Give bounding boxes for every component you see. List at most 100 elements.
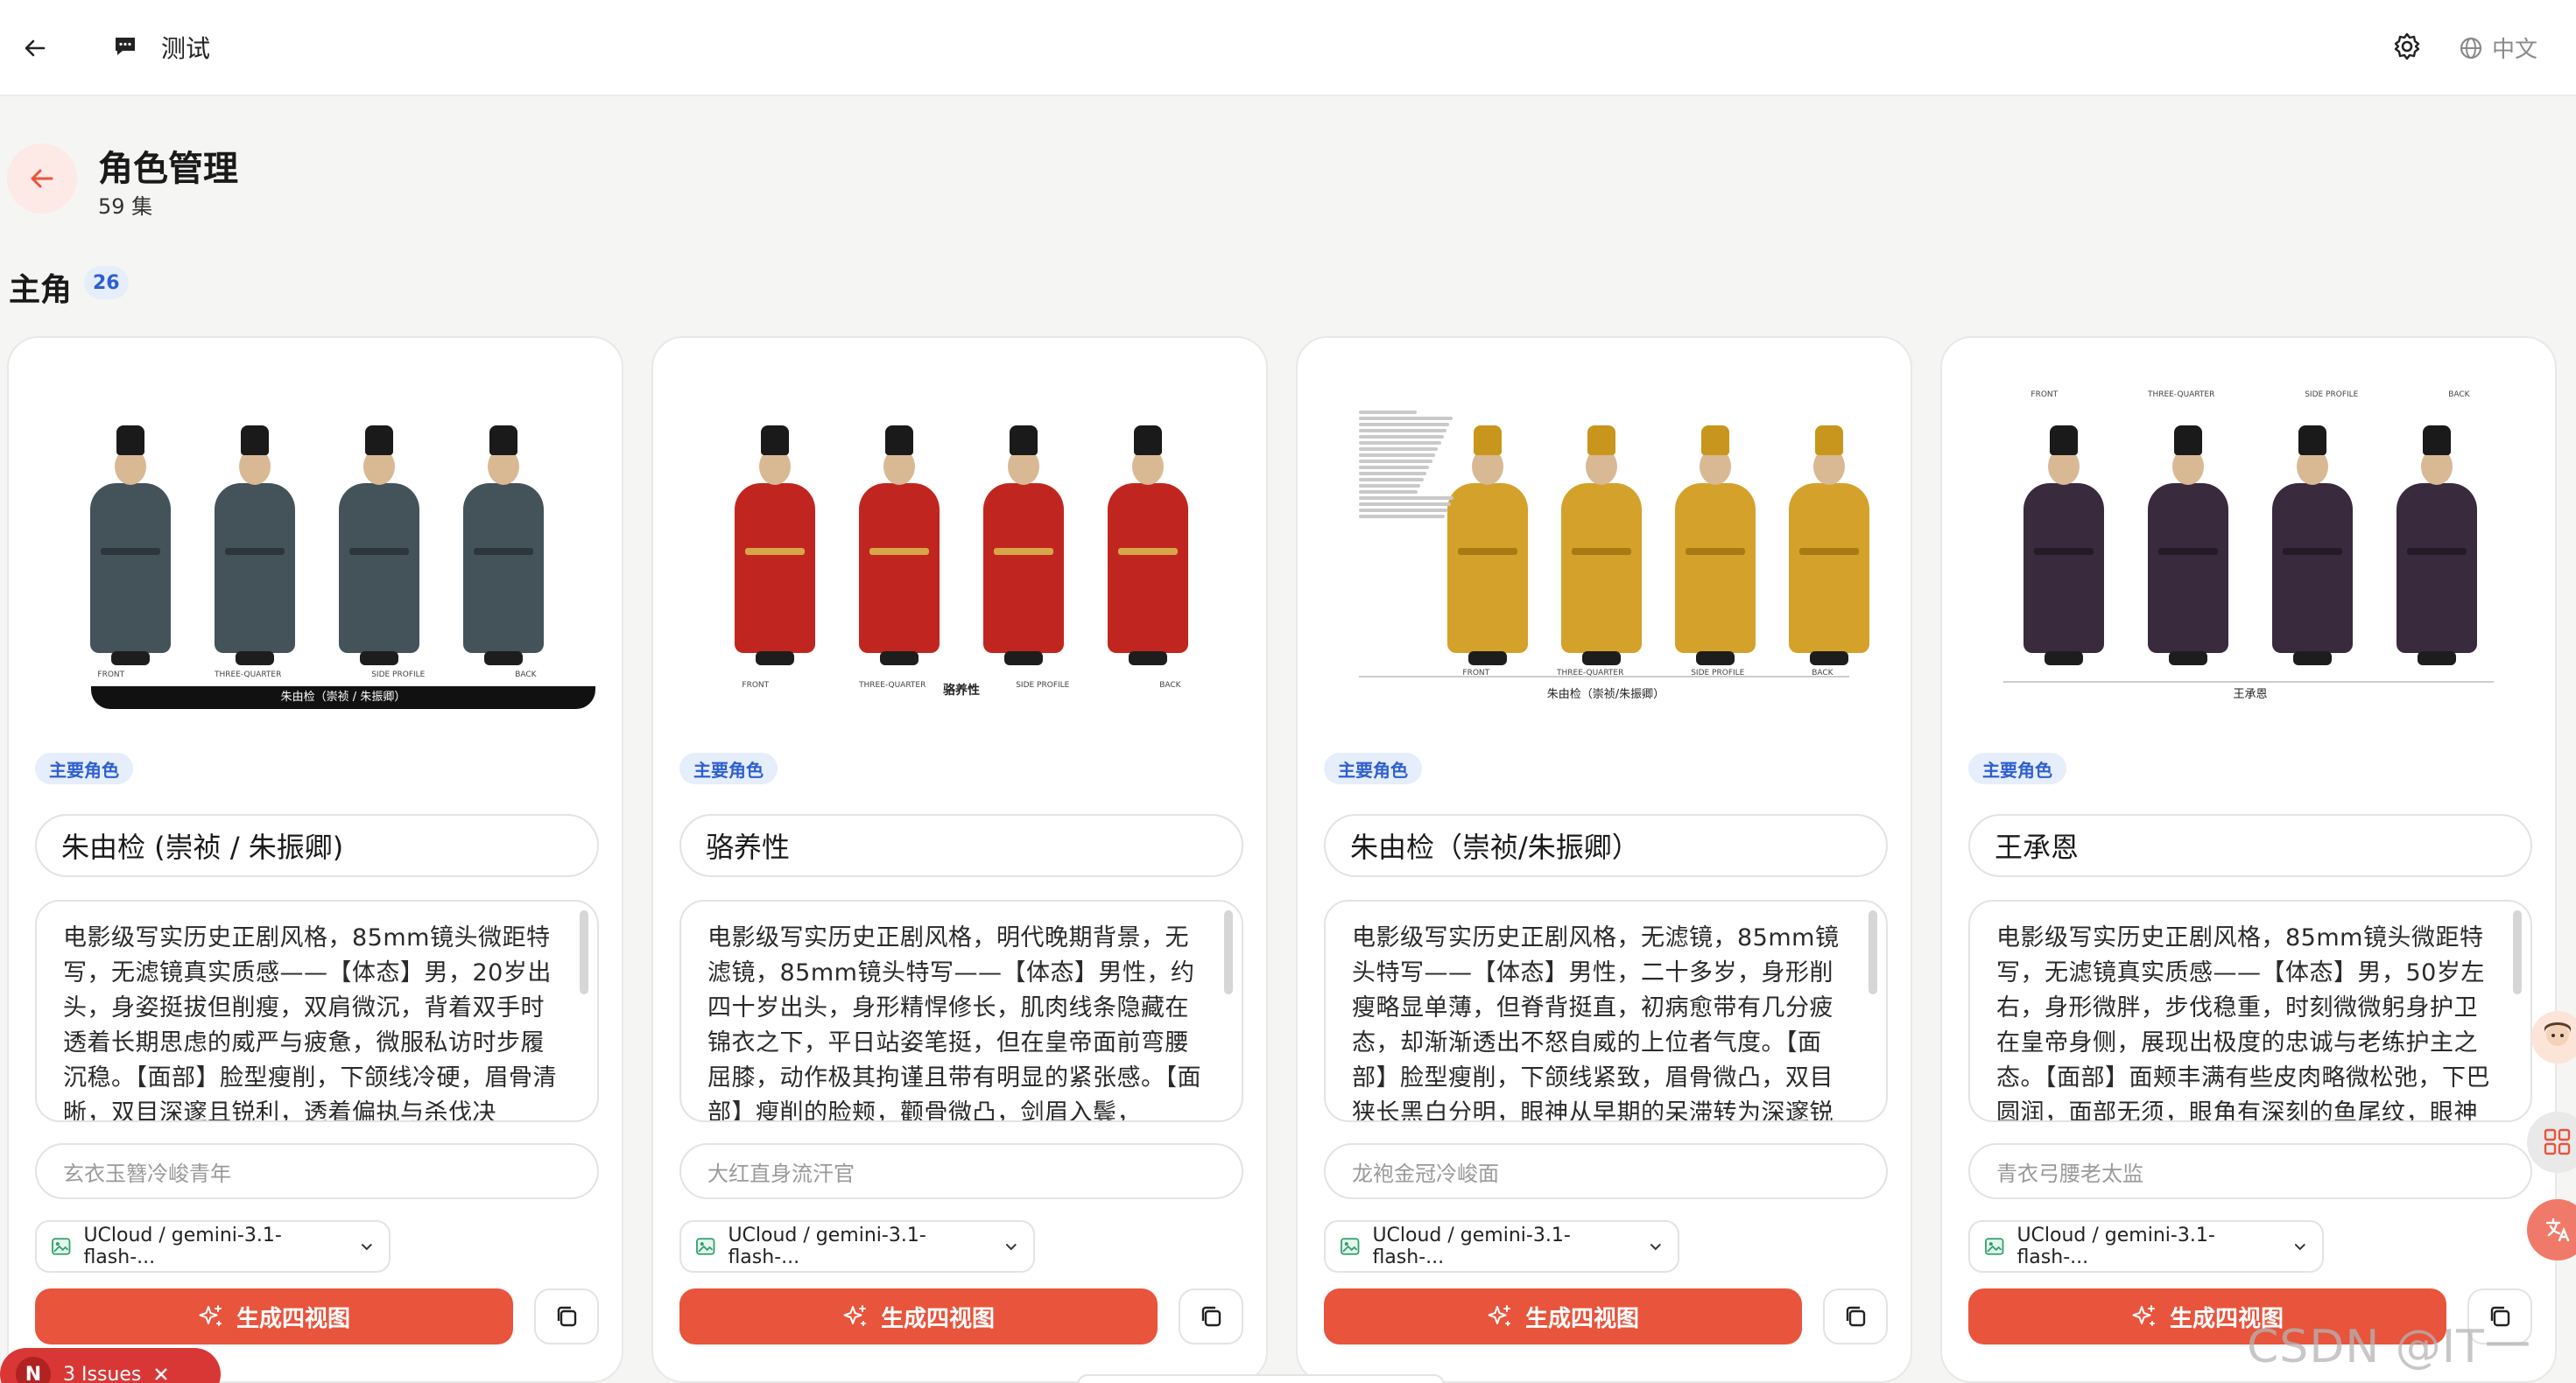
scrollbar[interactable] xyxy=(2513,910,2522,994)
section-title: 主角 xyxy=(9,272,73,308)
description-text: 电影级写实历史正剧风格，85mm镜头微距特写，无滤镜真实质感——【体态】男，50… xyxy=(1996,924,2490,1122)
character-description-textarea[interactable]: 电影级写实历史正剧风格，明代晚期背景，无滤镜，85mm镜头特写——【体态】男性，… xyxy=(679,900,1243,1122)
description-text: 电影级写实历史正剧风格，明代晚期背景，无滤镜，85mm镜头特写——【体态】男性，… xyxy=(707,924,1201,1122)
description-text: 电影级写实历史正剧风格，85mm镜头微距特写，无滤镜真实质感——【体态】男，20… xyxy=(63,924,557,1122)
role-tag: 主要角色 xyxy=(1968,753,2066,784)
image-icon xyxy=(1985,1238,2004,1255)
character-figure xyxy=(85,425,176,670)
image-icon xyxy=(52,1238,71,1255)
model-select[interactable]: UCloud / gemini-3.1-flash-... xyxy=(35,1220,391,1273)
character-figure xyxy=(1784,425,1875,670)
view-labels: FRONT THREE-QUARTER SIDE PROFILE BACK xyxy=(1462,669,1833,677)
character-figure xyxy=(334,425,425,670)
scrollbar[interactable] xyxy=(1869,910,1877,994)
issues-avatar: N xyxy=(16,1357,51,1383)
model-select-value: UCloud / gemini-3.1-flash-... xyxy=(83,1225,282,1268)
close-icon[interactable] xyxy=(153,1366,169,1382)
generate-four-view-button[interactable]: 生成四视图 xyxy=(679,1288,1158,1344)
character-turnaround-image[interactable]: FRONT THREE-QUARTER SIDE PROFILE BACK 朱由检（崇… xyxy=(1324,373,1888,723)
character-figure xyxy=(729,425,820,670)
section-count-badge: 26 xyxy=(84,266,129,299)
scrollbar[interactable] xyxy=(580,910,588,994)
sparkle-icon xyxy=(1488,1305,1510,1326)
model-select-value: UCloud / gemini-3.1-flash-... xyxy=(2016,1225,2215,1268)
episode-count: 59 集 xyxy=(98,194,153,219)
character-name-input[interactable]: 朱由检 (崇祯 / 朱振卿) xyxy=(35,814,599,877)
project-title: 测试 xyxy=(161,34,211,63)
language-label: 中文 xyxy=(2492,37,2538,63)
character-figure xyxy=(978,425,1069,670)
character-figure xyxy=(2267,425,2358,670)
character-figure xyxy=(1102,425,1193,670)
settings-gear-icon[interactable] xyxy=(2392,32,2427,67)
character-name-input[interactable]: 王承恩 xyxy=(1968,814,2532,877)
watermark: CSDN @IT一氪 xyxy=(2247,1321,2531,1373)
character-figure xyxy=(1670,425,1761,670)
character-turnaround-image[interactable]: FRONT THREE-QUARTER SIDE PROFILE BACK 朱由检（崇… xyxy=(35,373,599,723)
image-icon xyxy=(696,1238,715,1255)
generate-button-label: 生成四视图 xyxy=(236,1305,350,1332)
copy-button[interactable] xyxy=(1179,1288,1243,1344)
character-description-textarea[interactable]: 电影级写实历史正剧风格，无滤镜，85mm镜头特写——【体态】男性，二十多岁，身形… xyxy=(1324,900,1888,1122)
sheet-caption: 骆养性 xyxy=(943,684,980,698)
assistant-avatar[interactable] xyxy=(2527,1007,2576,1068)
character-card[interactable]: FRONT THREE-QUARTER SIDE PROFILE BACK 朱由检（崇… xyxy=(1296,336,1912,1383)
character-figure xyxy=(2018,425,2109,670)
description-text: 电影级写实历史正剧风格，无滤镜，85mm镜头特写——【体态】男性，二十多岁，身形… xyxy=(1352,924,1840,1122)
sparkle-icon xyxy=(843,1305,866,1326)
short-description-input[interactable]: 玄衣玉簪冷峻青年 xyxy=(35,1143,599,1199)
character-card[interactable]: FRONT THREE-QUARTER SIDE PROFILE BACK 王承恩 主… xyxy=(1940,336,2557,1383)
back-arrow-icon[interactable] xyxy=(16,29,54,67)
character-figure xyxy=(209,425,300,670)
image-icon xyxy=(1341,1238,1360,1255)
short-description-input[interactable]: 大红直身流汗官 xyxy=(679,1143,1243,1199)
short-description-input[interactable]: 龙袍金冠冷峻面 xyxy=(1324,1143,1888,1199)
model-select[interactable]: UCloud / gemini-3.1-flash-... xyxy=(1324,1220,1679,1273)
view-labels: FRONT THREE-QUARTER SIDE PROFILE BACK xyxy=(2031,390,2470,399)
generate-button-label: 生成四视图 xyxy=(880,1305,995,1332)
issues-indicator[interactable]: N 3 Issues xyxy=(0,1348,221,1383)
issues-label: 3 Issues xyxy=(63,1363,142,1383)
view-labels: FRONT THREE-QUARTER SIDE PROFILE BACK xyxy=(97,670,537,679)
character-figure xyxy=(2143,425,2234,670)
page-back-button[interactable] xyxy=(7,144,77,214)
character-name-input[interactable]: 朱由检（崇祯/朱振卿） xyxy=(1324,814,1888,877)
sparkle-icon xyxy=(199,1305,222,1326)
load-more-stub xyxy=(1077,1374,1445,1383)
globe-icon xyxy=(2460,37,2482,59)
sparkle-icon xyxy=(2132,1305,2155,1326)
character-description-textarea[interactable]: 电影级写实历史正剧风格，85mm镜头微距特写，无滤镜真实质感——【体态】男，50… xyxy=(1968,900,2532,1122)
copy-icon xyxy=(1846,1306,1866,1327)
role-tag: 主要角色 xyxy=(1324,753,1422,784)
copy-icon xyxy=(1201,1306,1221,1327)
character-turnaround-image[interactable]: FRONT THREE-QUARTER SIDE PROFILE BACK 王承恩 xyxy=(1968,373,2532,723)
model-select[interactable]: UCloud / gemini-3.1-flash-... xyxy=(679,1220,1035,1273)
role-tag: 主要角色 xyxy=(35,753,133,784)
generate-button-label: 生成四视图 xyxy=(1524,1305,1639,1332)
chevron-down-icon xyxy=(362,1244,373,1251)
generate-four-view-button[interactable]: 生成四视图 xyxy=(35,1288,513,1344)
model-select-value: UCloud / gemini-3.1-flash-... xyxy=(1372,1225,1571,1268)
generate-four-view-button[interactable]: 生成四视图 xyxy=(1324,1288,1802,1344)
copy-button[interactable] xyxy=(1823,1288,1888,1344)
model-select[interactable]: UCloud / gemini-3.1-flash-... xyxy=(1968,1220,2324,1273)
sheet-caption: 王承恩 xyxy=(2233,688,2268,701)
character-card[interactable]: FRONT THREE-QUARTER SIDE PROFILE BACK 朱由检（崇… xyxy=(7,336,623,1383)
character-name-input[interactable]: 骆养性 xyxy=(679,814,1243,877)
character-figure xyxy=(1556,425,1647,670)
page-title: 角色管理 xyxy=(98,149,238,189)
character-description-textarea[interactable]: 电影级写实历史正剧风格，85mm镜头微距特写，无滤镜真实质感——【体态】男，20… xyxy=(35,900,599,1122)
scrollbar[interactable] xyxy=(1224,910,1233,994)
character-turnaround-image[interactable]: FRONT THREE-QUARTER SIDE PROFILE BACK 骆养性 xyxy=(679,373,1243,723)
back-arrow-icon xyxy=(31,169,53,188)
sheet-caption: 朱由检（崇祯/朱振卿） xyxy=(1546,688,1665,701)
character-card[interactable]: FRONT THREE-QUARTER SIDE PROFILE BACK 骆养性 主… xyxy=(651,336,1268,1383)
language-switcher[interactable]: 中文 xyxy=(2459,32,2537,64)
character-figure xyxy=(458,425,549,670)
short-description-input[interactable]: 青衣弓腰老太监 xyxy=(1968,1143,2532,1199)
chevron-down-icon xyxy=(1650,1244,1662,1251)
spec-notes xyxy=(1359,408,1455,521)
character-figure xyxy=(1442,425,1533,670)
chat-bubble-icon xyxy=(112,33,144,63)
copy-button[interactable] xyxy=(534,1288,599,1344)
